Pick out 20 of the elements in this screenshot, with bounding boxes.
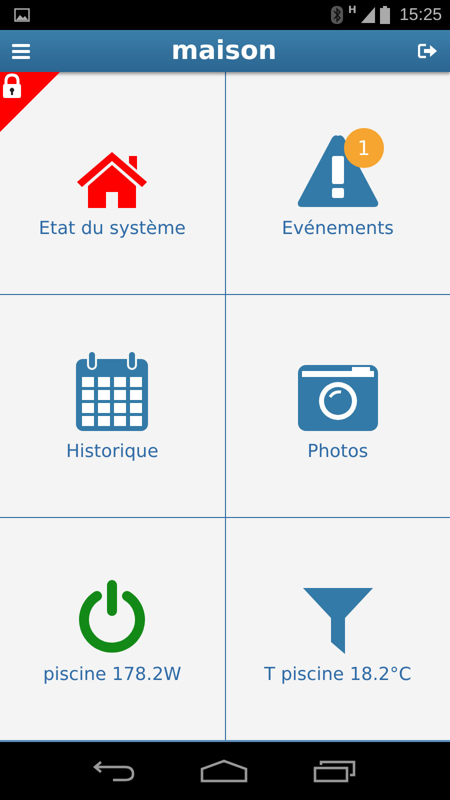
dashboard-tile[interactable]: Historique — [0, 295, 224, 517]
status-time: 15:25 — [399, 5, 442, 25]
back-icon[interactable] — [92, 760, 135, 782]
picture-icon — [14, 8, 30, 22]
notification-badge: 1 — [344, 128, 384, 168]
network-type: H — [348, 5, 356, 16]
bluetooth-icon — [331, 6, 344, 24]
menu-button[interactable] — [10, 41, 32, 61]
dashboard-tile[interactable]: piscine 178.2W — [0, 518, 224, 740]
app-title: maison — [171, 36, 277, 66]
dashboard-tile[interactable]: 1 Evénements — [226, 72, 450, 294]
battery-icon — [380, 6, 390, 24]
signal-icon — [361, 7, 376, 23]
calendar-icon — [74, 349, 150, 433]
home-icon[interactable] — [200, 759, 248, 783]
dashboard-tile[interactable]: T piscine 18.2°C — [226, 518, 450, 740]
house-icon — [75, 150, 150, 210]
dashboard-tile[interactable]: Etat du système — [0, 72, 224, 294]
recent-apps-icon[interactable] — [313, 759, 358, 783]
dashboard-tile[interactable]: Photos — [226, 295, 450, 517]
